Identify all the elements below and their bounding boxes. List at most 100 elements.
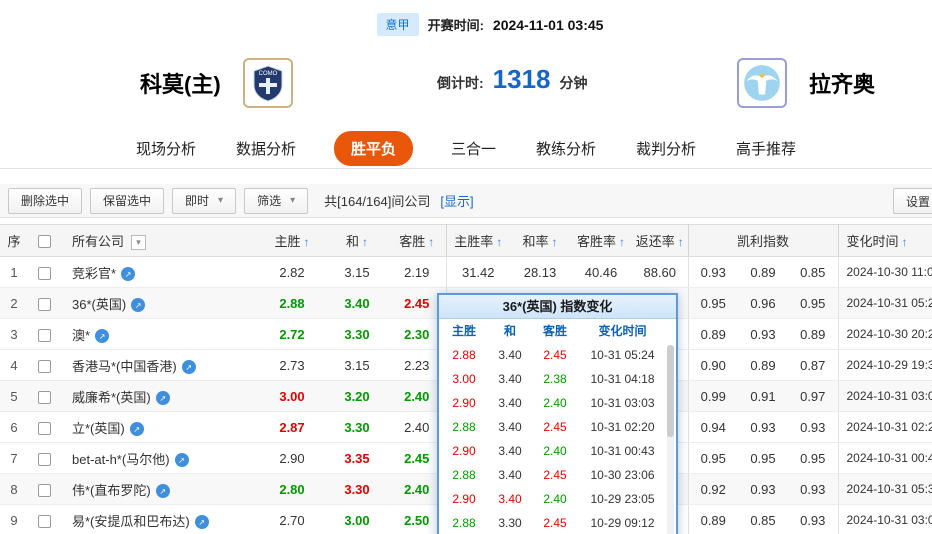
col-away-odds[interactable]: 客胜 ↑ (388, 224, 447, 257)
keep-selected-button[interactable]: 保留选中 (90, 187, 165, 214)
popup-row: 2.90 3.40 2.40 10-31 00:43 (439, 439, 666, 463)
odds-trend-icon[interactable]: ↗ (181, 360, 196, 375)
row-checkbox[interactable] (37, 297, 51, 311)
popup-scrollbar-thumb[interactable] (667, 345, 674, 437)
col-home-odds[interactable]: 主胜 ↑ (258, 224, 326, 257)
nav-tab-5[interactable]: 教练分析 (534, 132, 598, 165)
popup-odds-value: 2.88 (452, 468, 476, 482)
row-index: 7 (0, 442, 28, 474)
kelly-cell: 0.85 (788, 256, 839, 288)
company-name[interactable]: 伟*(直布罗陀) (72, 483, 151, 498)
kelly-cell: 0.89 (738, 256, 788, 288)
settings-button[interactable]: 设置 (893, 188, 932, 214)
row-index: 6 (0, 411, 28, 443)
row-checkbox[interactable] (37, 390, 51, 404)
nav-tab-6[interactable]: 裁判分析 (634, 132, 698, 165)
row-index: 2 (0, 287, 28, 319)
odds-cell: 3.30 (326, 473, 388, 505)
odds-cell: 2.82 (258, 256, 326, 288)
col-away-rate[interactable]: 客胜率 ↑ (570, 224, 632, 257)
company-name[interactable]: 立*(英国) (72, 421, 125, 436)
popup-row: 3.00 3.40 2.38 10-31 04:18 (439, 367, 666, 391)
odds-trend-icon[interactable]: ↗ (194, 515, 209, 530)
odds-cell: 2.80 (258, 473, 326, 505)
company-name[interactable]: 易*(安提瓜和巴布达) (72, 514, 190, 529)
col-draw-rate[interactable]: 和率 ↑ (510, 224, 570, 257)
company-filter-dropdown-icon[interactable]: ▾ (131, 235, 147, 251)
popup-odds-value: 2.45 (543, 420, 567, 434)
change-time-cell: 2024-10-29 19:32 (838, 349, 932, 381)
odds-trend-icon[interactable]: ↗ (95, 329, 110, 344)
popup-odds-value: 2.88 (452, 516, 476, 530)
kelly-cell: 0.92 (688, 473, 738, 505)
col-draw-odds[interactable]: 和 ↑ (326, 224, 388, 257)
row-checkbox-cell (28, 318, 60, 350)
odds-cell: 3.30 (326, 318, 388, 350)
away-team-name: 拉齐奥 (809, 72, 876, 97)
popup-odds-value: 3.40 (498, 396, 522, 410)
delete-selected-button[interactable]: 删除选中 (8, 187, 83, 214)
col-change-time[interactable]: 变化时间 ↑ (838, 224, 932, 257)
row-checkbox-cell (28, 473, 60, 505)
svg-text:COMO: COMO (258, 71, 277, 77)
col-home-rate[interactable]: 主胜率 ↑ (446, 224, 510, 257)
odds-trend-icon[interactable]: ↗ (155, 484, 170, 499)
row-index: 1 (0, 256, 28, 288)
company-name[interactable]: 竞彩官* (72, 266, 116, 281)
kelly-cell: 0.93 (738, 473, 788, 505)
popup-change-time: 10-31 04:18 (590, 372, 655, 386)
odds-trend-icon[interactable]: ↗ (131, 298, 146, 313)
company-name[interactable]: 澳* (72, 328, 90, 343)
popup-change-time: 10-31 05:24 (590, 348, 655, 362)
select-all-checkbox[interactable] (37, 235, 51, 249)
popup-change-time: 10-29 23:05 (590, 492, 655, 506)
company-name[interactable]: bet-at-h*(马尔他) (72, 452, 170, 467)
popup-odds-value: 3.40 (498, 420, 522, 434)
change-time-cell: 2024-10-31 05:35 (838, 473, 932, 505)
row-checkbox[interactable] (37, 328, 51, 342)
nav-tab-7[interactable]: 高手推荐 (734, 132, 798, 165)
kelly-cell: 0.89 (688, 504, 738, 534)
odds-trend-icon[interactable]: ↗ (155, 391, 170, 406)
kelly-cell: 0.91 (738, 380, 788, 412)
popup-odds-value: 2.40 (543, 492, 567, 506)
sort-asc-icon: ↑ (362, 235, 368, 249)
match-info-bar: 意甲 开赛时间: 2024-11-01 03:45 (24, 13, 932, 36)
teams-row: 科莫(主) COMO 倒计时: 1318 分钟 拉齐奥 (0, 46, 932, 122)
company-name[interactable]: 香港马*(中国香港) (72, 359, 177, 374)
company-name[interactable]: 威廉希*(英国) (72, 390, 151, 405)
popup-odds-value: 3.00 (452, 372, 476, 386)
row-checkbox[interactable] (37, 421, 51, 435)
change-time-cell: 2024-10-30 11:02 (838, 256, 932, 288)
odds-trend-icon[interactable]: ↗ (121, 267, 136, 282)
odds-cell: 2.88 (258, 287, 326, 319)
nav-tab-2[interactable]: 数据分析 (234, 132, 298, 165)
odds-trend-icon[interactable]: ↗ (174, 453, 189, 468)
nav-tab-4[interactable]: 三合一 (449, 132, 498, 165)
popup-change-time: 10-29 09:12 (590, 516, 655, 530)
row-checkbox[interactable] (37, 266, 51, 280)
company-name[interactable]: 36*(英国) (72, 297, 126, 312)
odds-cell: 3.15 (326, 349, 388, 381)
company-cell: 竞彩官* ↗ (60, 256, 258, 288)
popup-row: 2.90 3.40 2.40 10-29 23:05 (439, 487, 666, 511)
nav-tab-3[interactable]: 胜平负 (333, 130, 413, 166)
row-checkbox[interactable] (37, 452, 51, 466)
nav-tab-1[interactable]: 现场分析 (134, 132, 198, 165)
row-checkbox[interactable] (37, 359, 51, 373)
row-index: 8 (0, 473, 28, 505)
change-time-cell: 2024-10-31 03:03 (838, 380, 932, 412)
kelly-cell: 0.95 (688, 442, 738, 474)
instant-dropdown[interactable]: 即时 ▾ (172, 187, 237, 214)
row-checkbox[interactable] (37, 483, 51, 497)
col-company[interactable]: 所有公司 (72, 234, 124, 249)
popup-scrollbar[interactable] (667, 345, 674, 534)
col-return-rate[interactable]: 返还率 ↑ (632, 224, 689, 257)
row-checkbox[interactable] (37, 514, 51, 528)
odds-cell: 3.35 (326, 442, 388, 474)
show-link[interactable]: [显示] (440, 191, 473, 210)
filter-dropdown[interactable]: 筛选 ▾ (244, 187, 309, 214)
odds-trend-icon[interactable]: ↗ (129, 422, 144, 437)
kelly-cell: 0.93 (738, 411, 788, 443)
change-time-cell: 2024-10-31 05:24 (838, 287, 932, 319)
